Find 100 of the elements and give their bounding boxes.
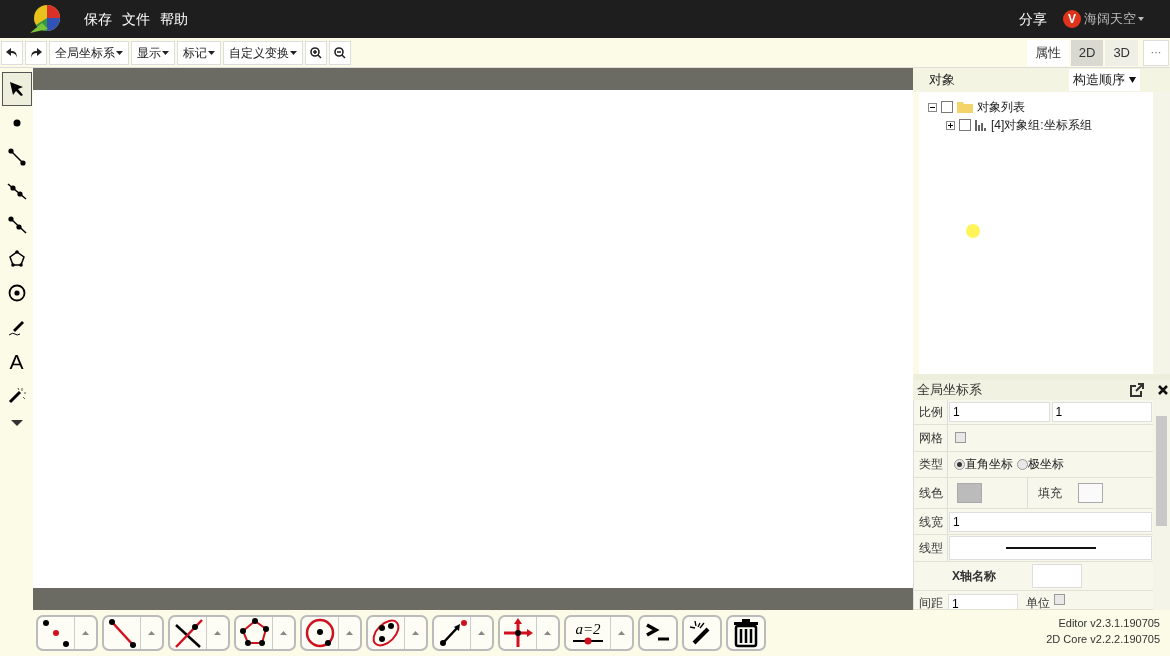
- properties-title: 全局坐标系: [917, 381, 982, 400]
- zoom-in-icon: [310, 46, 322, 59]
- property-label: 网格: [914, 424, 948, 451]
- property-label: 线宽: [914, 508, 948, 535]
- slider-icon: [572, 637, 604, 645]
- property-label: 比例: [914, 400, 948, 424]
- scrollbar[interactable]: [1153, 400, 1170, 610]
- more-button[interactable]: ···: [1143, 39, 1169, 66]
- axis-name-field[interactable]: [1032, 563, 1082, 588]
- caret-icon: [1138, 17, 1144, 21]
- input-field[interactable]: 1: [949, 511, 1152, 532]
- wand-icon: [6, 385, 27, 405]
- view-tab[interactable]: 3D: [1105, 39, 1138, 66]
- input-field[interactable]: 1: [948, 593, 1018, 609]
- share-link[interactable]: 分享: [1019, 8, 1047, 30]
- axis-name-label: X轴名称: [951, 567, 997, 585]
- dropdown-button[interactable]: 自定义变换: [223, 40, 303, 65]
- tree-item-label[interactable]: [4]对象组:坐标系组: [991, 116, 1092, 134]
- checkbox[interactable]: [955, 432, 966, 444]
- version-text: 2D Core v2.2.2.190705: [1046, 632, 1160, 647]
- tool-group[interactable]: [726, 615, 766, 651]
- circle-icon: [304, 617, 336, 649]
- zoom-out-button[interactable]: [329, 40, 351, 65]
- tool-group[interactable]: [432, 615, 494, 651]
- property-label: 填充: [1037, 484, 1063, 502]
- tool-group[interactable]: [102, 615, 164, 651]
- property-label: 类型: [914, 451, 948, 478]
- checkbox[interactable]: [1054, 593, 1065, 605]
- input-field[interactable]: 1: [1051, 401, 1152, 422]
- collapse-toggle[interactable]: [928, 102, 937, 112]
- dropdown-button[interactable]: 全局坐标系: [49, 40, 129, 65]
- circle-icon: [6, 283, 27, 303]
- fill-color-swatch[interactable]: [1078, 482, 1103, 503]
- tree-checkbox[interactable]: [941, 101, 953, 113]
- caret-icon: [1129, 77, 1136, 83]
- scrollbar[interactable]: [1153, 92, 1170, 374]
- segment-icon: [6, 147, 27, 167]
- ellipse-icon: [370, 617, 402, 649]
- sort-dropdown[interactable]: 构造顺序: [1069, 69, 1140, 91]
- tool-group[interactable]: [36, 615, 98, 651]
- tool-group[interactable]: [300, 615, 362, 651]
- view-tab[interactable]: 属性: [1026, 39, 1069, 66]
- radio-label: 直角坐标: [965, 456, 1013, 474]
- tool-button[interactable]: [1, 72, 32, 106]
- ray-icon: [6, 215, 27, 235]
- caret-icon: [290, 50, 297, 55]
- version-text: Editor v2.3.1.190705: [1058, 616, 1160, 631]
- property-label: 线色: [914, 478, 948, 508]
- radio-button[interactable]: [1017, 458, 1028, 470]
- redo-icon: [30, 47, 42, 58]
- radio-label: 极坐标: [1028, 456, 1064, 474]
- plus-icon: [947, 121, 954, 129]
- tool-button[interactable]: A: [1, 344, 32, 378]
- user-name[interactable]: 海阔天空: [1084, 9, 1136, 29]
- intersect-icon: [172, 617, 204, 649]
- line-style-selector[interactable]: [949, 536, 1152, 561]
- user-badge: V: [1063, 10, 1081, 28]
- menu-item[interactable]: 保存: [84, 8, 112, 30]
- panel-title: 对象: [929, 71, 955, 90]
- close-icon[interactable]: [1158, 385, 1168, 395]
- radio-button[interactable]: [954, 458, 965, 470]
- caret-icon: [162, 50, 169, 55]
- undo-button[interactable]: [1, 40, 23, 65]
- polygon-icon: [6, 249, 27, 269]
- caret-icon: [208, 50, 215, 55]
- menu-item[interactable]: 帮助: [160, 8, 188, 30]
- undo-icon: [6, 47, 18, 58]
- tree-item-label[interactable]: 对象列表: [977, 98, 1025, 116]
- dropdown-button[interactable]: 标记: [177, 40, 221, 65]
- segment-icon: [106, 617, 138, 649]
- tool-group[interactable]: [638, 615, 678, 651]
- expand-toggle[interactable]: [946, 120, 955, 130]
- tool-group[interactable]: [366, 615, 428, 651]
- zoom-out-icon: [334, 46, 346, 59]
- text-tool-label: A: [9, 350, 24, 372]
- zoom-in-button[interactable]: [305, 40, 327, 65]
- pentagon-icon: [238, 617, 270, 649]
- tool-group[interactable]: [168, 615, 230, 651]
- folder-icon: [957, 101, 973, 113]
- bar-chart-icon: [975, 119, 987, 131]
- logo-icon: [28, 3, 62, 35]
- line-color-swatch[interactable]: [957, 482, 982, 503]
- tool-group[interactable]: [682, 615, 722, 651]
- property-label: 间距: [918, 594, 944, 609]
- popout-icon[interactable]: [1130, 383, 1144, 397]
- slider-label: a=2: [575, 621, 601, 637]
- line-icon: [6, 181, 27, 201]
- property-label: 线型: [914, 535, 948, 562]
- tool-group[interactable]: [234, 615, 296, 651]
- dropdown-button[interactable]: 显示: [131, 40, 175, 65]
- points-icon: [40, 617, 72, 649]
- tree-checkbox[interactable]: [959, 119, 971, 131]
- redo-button[interactable]: [25, 40, 47, 65]
- axes-icon: [502, 617, 534, 649]
- tool-group[interactable]: a=2: [564, 615, 634, 651]
- caret-icon: [116, 50, 123, 55]
- property-label: 单位: [1026, 594, 1050, 609]
- menu-item[interactable]: 文件: [122, 8, 150, 30]
- input-field[interactable]: 1: [949, 401, 1050, 422]
- view-tab[interactable]: 2D: [1070, 39, 1104, 66]
